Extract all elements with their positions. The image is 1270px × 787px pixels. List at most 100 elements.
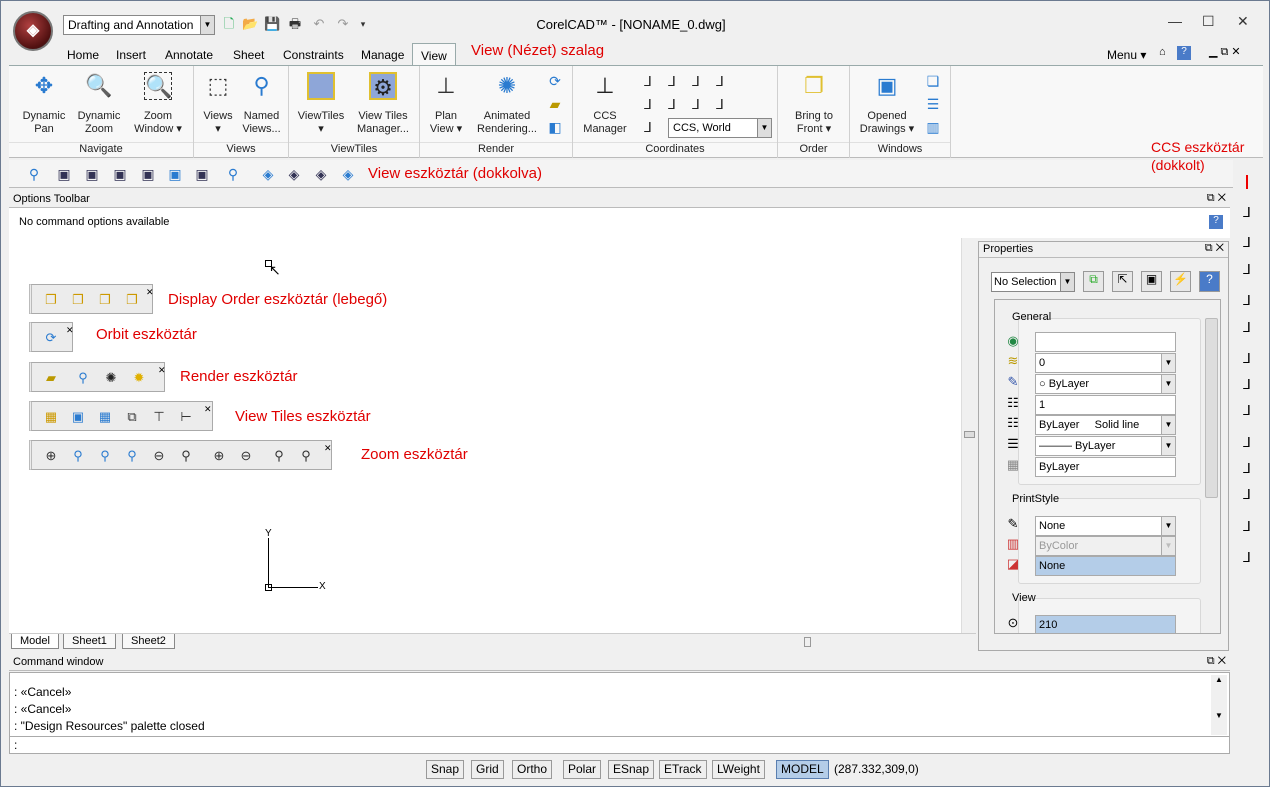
se-iso-icon[interactable]: ◈	[285, 165, 303, 183]
esnap-toggle[interactable]: ESnap	[608, 760, 655, 779]
ccs-named-icon[interactable]: ⅃	[1237, 234, 1257, 254]
menu-button[interactable]: Menu ▾	[1107, 48, 1146, 62]
linetype-scale-field[interactable]: 1	[1035, 395, 1176, 415]
orbit-toolbar[interactable]: ⟳ ✕	[29, 322, 74, 352]
ne-iso-icon[interactable]: ◈	[312, 165, 330, 183]
camera-icon[interactable]: ⚲	[74, 369, 92, 387]
scroll-thumb[interactable]	[804, 637, 811, 647]
pane-controls[interactable]: ⧉ ✕	[1205, 242, 1224, 255]
color-field[interactable]	[1035, 332, 1176, 352]
ccs-y-icon[interactable]: ⅃	[1237, 460, 1257, 480]
printstyle-attached-field[interactable]: None	[1035, 556, 1176, 576]
close-button[interactable]: ✕	[1237, 13, 1249, 30]
sw-iso-icon[interactable]: ◈	[259, 165, 277, 183]
grid-toggle[interactable]: Grid	[471, 760, 504, 779]
zoom-previous-icon[interactable]: ⚲	[224, 165, 242, 183]
zoom-extents-icon[interactable]: ⊕	[42, 447, 60, 465]
printstyle-dropdown[interactable]: None ▼	[1035, 516, 1176, 536]
tile-vertical-icon[interactable]: ▥	[924, 118, 942, 136]
print-icon[interactable]: 🖶	[287, 16, 303, 32]
close-icon[interactable]: ✕	[204, 404, 212, 415]
linetype-dropdown[interactable]: ByLayer Solid line ▼	[1035, 415, 1176, 435]
materials-icon[interactable]: ▰	[546, 95, 564, 113]
zoom-window-button[interactable]: 🔍 Zoom Window ▾	[129, 72, 187, 136]
close-icon[interactable]: ✕	[66, 325, 74, 336]
minimize-button[interactable]: —	[1168, 13, 1182, 29]
ccs-3point-icon[interactable]: ⅃	[1237, 402, 1257, 422]
sheet-tab-sheet1[interactable]: Sheet1	[63, 634, 116, 649]
tile-horizontal-icon[interactable]: ☰	[924, 95, 942, 113]
cascade-icon[interactable]: ❏	[924, 72, 942, 90]
zoom-out-2-icon[interactable]: ⊖	[237, 447, 255, 465]
top-view-icon[interactable]: ▣	[55, 165, 73, 183]
views-button[interactable]: ⬚ Views ▾	[199, 72, 237, 136]
tile-split-icon[interactable]: ⊤	[150, 408, 168, 426]
orbit-icon[interactable]: ⟳	[42, 329, 60, 347]
tab-home[interactable]: Home	[67, 47, 99, 63]
help-icon[interactable]: ?	[1177, 46, 1191, 60]
dynamic-pan-button[interactable]: ✥ Dynamic Pan	[19, 72, 69, 136]
orbit-icon[interactable]: ⟳	[546, 72, 564, 90]
app-logo[interactable]: ◈	[13, 11, 53, 51]
send-to-back-icon[interactable]: ❐	[69, 291, 87, 309]
ccs-origin-icon[interactable]: ⅃	[1237, 350, 1257, 370]
customize-qat-icon[interactable]: ▾	[355, 16, 371, 32]
pane-controls[interactable]: ⧉ ✕	[1207, 655, 1226, 668]
zoom-in-icon[interactable]: ⊕	[210, 447, 228, 465]
tile-2-icon[interactable]: ▣	[69, 408, 87, 426]
render-box-icon[interactable]: ◧	[546, 118, 564, 136]
ccs-z-icon[interactable]: ⅃	[1237, 486, 1257, 506]
named-views-icon[interactable]: ⚲	[25, 165, 43, 183]
plan-view-button[interactable]: ⊥ Plan View ▾	[426, 72, 466, 136]
selection-dropdown[interactable]: No Selection ▼	[991, 272, 1075, 292]
sheet-tab-sheet2[interactable]: Sheet2	[122, 634, 175, 649]
zoom-dynamic-icon[interactable]: ⚲	[69, 447, 87, 465]
light-icon[interactable]: ✹	[130, 369, 148, 387]
transparency-field[interactable]: ByLayer	[1035, 457, 1176, 477]
new-icon[interactable]: 🗋	[221, 16, 237, 32]
drawing-area[interactable]: ↖ ❐ ❐ ❐ ❐ ✕ Display Order eszköztár (leb…	[9, 238, 961, 633]
zoom-toolbar[interactable]: ⊕ ⚲ ⚲ ⚲ ⊖ ⚲ ⊕ ⊖ ⚲ ⚲ ✕	[29, 440, 332, 470]
tab-insert[interactable]: Insert	[116, 47, 146, 63]
ccs-world-icon[interactable]: ⅃	[639, 72, 657, 90]
command-input[interactable]: :	[10, 736, 1229, 753]
view-tiles-manager-button[interactable]: ⚙ View Tiles Manager...	[351, 72, 415, 136]
zoom-fit-icon[interactable]: ⚲	[297, 447, 315, 465]
close-icon[interactable]: ✕	[146, 287, 154, 298]
named-views-button[interactable]: ⚲ Named Views...	[239, 72, 284, 136]
ccs-3point-icon[interactable]: ⅃	[711, 95, 729, 113]
right-view-icon[interactable]: ▣	[139, 165, 157, 183]
dynamic-zoom-button[interactable]: 🔍 Dynamic Zoom	[74, 72, 124, 136]
back-view-icon[interactable]: ▣	[193, 165, 211, 183]
tab-sheet[interactable]: Sheet	[233, 47, 264, 63]
undo-icon[interactable]: ↶	[311, 16, 327, 32]
doc-minimize-button[interactable]: ▁ ⧉ ✕	[1209, 45, 1241, 59]
tile-3-icon[interactable]: ▦	[96, 408, 114, 426]
ortho-toggle[interactable]: Ortho	[512, 760, 553, 779]
help-icon[interactable]: ?	[1209, 215, 1223, 229]
ccs-face-icon[interactable]: ⅃	[1237, 292, 1257, 312]
ccs-previous-icon[interactable]: ⅃	[1237, 261, 1257, 281]
tile-split2-icon[interactable]: ⊢	[177, 408, 195, 426]
redo-icon[interactable]: ↷	[335, 16, 351, 32]
view-tiles-toolbar[interactable]: ▦ ▣ ▦ ⧉ ⊤ ⊢ ✕	[29, 401, 213, 431]
ccs-world-icon[interactable]: ⅃	[1237, 204, 1257, 224]
scroll-thumb[interactable]	[964, 431, 975, 438]
bring-to-front-button[interactable]: ❐ Bring to Front ▾	[784, 72, 844, 136]
tile-join-icon[interactable]: ⧉	[123, 408, 141, 426]
lineweight-dropdown[interactable]: ——— ByLayer ▼	[1035, 436, 1176, 456]
zoom-scale-icon[interactable]: ⚲	[177, 447, 195, 465]
sheet-tab-model[interactable]: Model	[11, 634, 59, 649]
pickadd-icon[interactable]: ▣	[1141, 271, 1162, 292]
workspace-dropdown[interactable]: Drafting and Annotation ▼	[63, 15, 215, 35]
viewtiles-button[interactable]: ViewTiles ▾	[295, 72, 347, 136]
nw-iso-icon[interactable]: ◈	[339, 165, 357, 183]
collapse-ribbon-icon[interactable]: ⌂	[1159, 46, 1166, 58]
etrack-toggle[interactable]: ETrack	[659, 760, 707, 779]
close-icon[interactable]: ✕	[158, 365, 166, 376]
zoom-all-icon[interactable]: ⚲	[270, 447, 288, 465]
polar-toggle[interactable]: Polar	[563, 760, 602, 779]
send-under-icon[interactable]: ❐	[123, 291, 141, 309]
zoom-window-icon[interactable]: ⚲	[123, 447, 141, 465]
command-scrollbar[interactable]: ▲ ▼	[1211, 675, 1227, 735]
